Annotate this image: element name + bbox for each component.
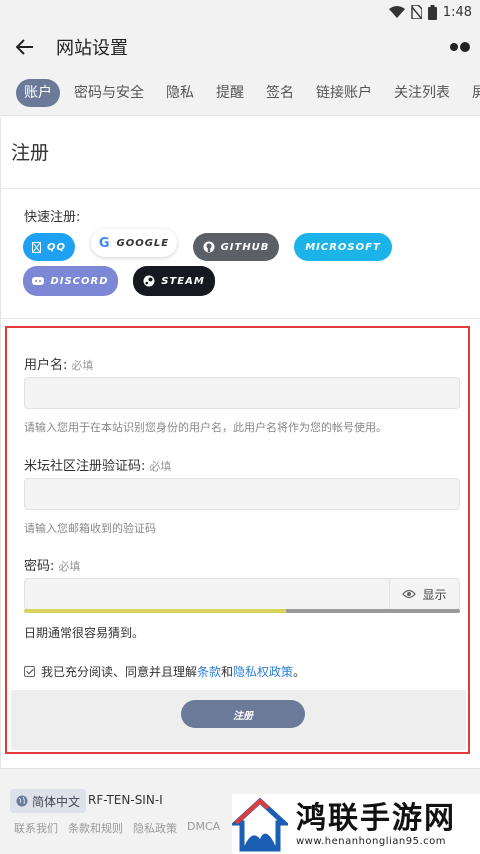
watermark-url: www.henanhonglian95.com <box>296 835 447 847</box>
password-strength-fill <box>24 609 286 613</box>
tab-ignoring[interactable]: 屏蔽 <box>461 79 480 107</box>
agreement-suffix: 。 <box>293 665 306 679</box>
agreement-and: 和 <box>221 665 234 679</box>
google-icon: G <box>98 235 111 251</box>
submit-row: 注册 <box>11 690 466 750</box>
github-login-button[interactable]: GITHUB <box>193 233 279 261</box>
username-hint: 请输入您用于在本站识别您身份的用户名，此用户名将作为您的帐号使用。 <box>24 421 387 434</box>
back-button[interactable] <box>0 24 50 70</box>
verification-code-input[interactable] <box>24 478 460 510</box>
required-tag: 必填 <box>149 460 172 473</box>
show-password-label: 显示 <box>422 587 447 602</box>
password-input[interactable]: 显示 <box>24 578 460 610</box>
watermark-logo <box>229 795 291 853</box>
tab-alerts[interactable]: 提醒 <box>205 79 255 107</box>
server-code: RF-TEN-SIN-I <box>88 793 163 807</box>
password-label: 密码: 必填 <box>24 555 80 574</box>
page-title: 网站设置 <box>56 38 128 59</box>
app-bar: 网站设置 <box>0 24 480 70</box>
username-label-text: 用户名: <box>24 358 68 373</box>
tab-account[interactable]: 账户 <box>16 78 60 107</box>
steam-icon <box>143 275 155 287</box>
tab-bar: 账户 密码与安全 隐私 提醒 签名 链接账户 关注列表 屏蔽 <box>0 70 480 116</box>
google-label: GOOGLE <box>116 237 170 249</box>
globe-icon <box>16 795 28 807</box>
agreement-text: 我已充分阅读、同意并且理解条款和隐私权政策。 <box>41 663 305 680</box>
checkbox-checked-icon[interactable] <box>24 666 35 677</box>
registration-panel: 注册 快速注册: QQ G GOOGLE GITHUB MICROSOFT DI… <box>0 118 480 778</box>
qq-login-button[interactable]: QQ <box>23 233 75 261</box>
menu-dot-icon <box>450 43 458 51</box>
code-hint: 请输入您邮箱收到的验证码 <box>24 522 156 535</box>
more-menu-button[interactable] <box>450 37 472 57</box>
code-label: 米坛社区注册验证码: 必填 <box>24 455 171 474</box>
github-label: GITHUB <box>220 241 270 253</box>
language-label: 简体中文 <box>32 794 81 809</box>
agreement-checkbox-row[interactable]: 我已充分阅读、同意并且理解条款和隐私权政策。 <box>24 663 305 680</box>
qq-label: QQ <box>46 241 66 253</box>
tab-password-security[interactable]: 密码与安全 <box>63 79 155 107</box>
steam-label: STEAM <box>161 275 205 287</box>
divider <box>1 318 480 319</box>
footer-links: 联系我们 条款和规则 隐私政策 DMCA <box>14 820 220 836</box>
footer-link-terms[interactable]: 条款和规则 <box>68 820 123 836</box>
password-strength-meter <box>24 609 460 613</box>
tab-linked-accounts[interactable]: 链接账户 <box>305 79 383 107</box>
language-chooser-button[interactable]: 简体中文 <box>10 789 87 813</box>
microsoft-label: MICROSOFT <box>305 241 381 253</box>
watermark-text: 鸿联手游网 www.henanhonglian95.com <box>296 800 456 847</box>
watermark: 鸿联手游网 www.henanhonglian95.com <box>229 794 480 854</box>
google-login-button[interactable]: G GOOGLE <box>91 229 177 257</box>
divider <box>1 188 480 189</box>
registration-form: 用户名: 必填 请输入您用于在本站识别您身份的用户名，此用户名将作为您的帐号使用。… <box>5 326 470 754</box>
qq-icon <box>31 241 41 253</box>
discord-label: DISCORD <box>50 275 109 287</box>
clock: 1:48 <box>442 4 472 20</box>
quick-register-label: 快速注册: <box>24 210 81 225</box>
footer-link-privacy[interactable]: 隐私政策 <box>133 820 177 836</box>
footer-link-dmca[interactable]: DMCA <box>187 820 220 836</box>
tab-following[interactable]: 关注列表 <box>383 79 461 107</box>
tab-signature[interactable]: 签名 <box>255 79 305 107</box>
show-password-button[interactable]: 显示 <box>389 579 459 609</box>
username-label: 用户名: 必填 <box>24 354 93 373</box>
no-sim-icon <box>411 5 422 19</box>
menu-dot-icon <box>460 42 470 52</box>
footer-link-contact[interactable]: 联系我们 <box>14 820 58 836</box>
eye-icon <box>402 589 417 599</box>
password-label-text: 密码: <box>24 559 55 574</box>
battery-icon <box>427 4 437 20</box>
status-bar: 1:48 <box>0 0 480 24</box>
username-input[interactable] <box>24 377 460 409</box>
microsoft-login-button[interactable]: MICROSOFT <box>294 233 392 261</box>
required-tag: 必填 <box>58 560 81 573</box>
wifi-icon <box>388 5 405 18</box>
privacy-policy-link[interactable]: 隐私权政策 <box>233 665 293 679</box>
password-strength-text: 日期通常很容易猜到。 <box>24 626 145 640</box>
steam-login-button[interactable]: STEAM <box>133 266 215 296</box>
discord-login-button[interactable]: DISCORD <box>23 266 118 296</box>
discord-icon <box>32 277 45 285</box>
arrow-left-icon <box>16 39 33 55</box>
terms-link[interactable]: 条款 <box>197 665 221 679</box>
required-tag: 必填 <box>71 359 94 372</box>
tab-privacy[interactable]: 隐私 <box>155 79 205 107</box>
code-label-text: 米坛社区注册验证码: <box>24 459 146 474</box>
register-button[interactable]: 注册 <box>181 700 305 728</box>
section-heading: 注册 <box>11 142 50 164</box>
agreement-prefix: 我已充分阅读、同意并且理解 <box>41 665 198 679</box>
watermark-title: 鸿联手游网 <box>296 800 456 836</box>
github-icon <box>203 241 215 253</box>
house-logo-icon <box>229 797 291 852</box>
